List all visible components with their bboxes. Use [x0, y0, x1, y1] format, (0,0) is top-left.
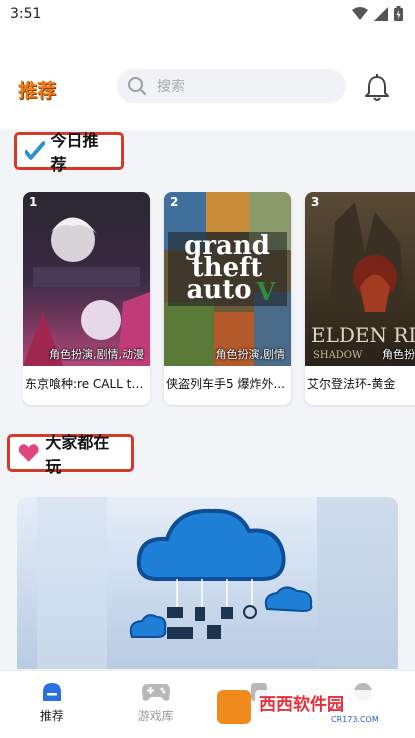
game-cover: 1 角色扮演,剧情,动漫 [23, 192, 150, 366]
svg-text:auto: auto [186, 275, 251, 305]
game-cover-art: ELDEN RI SHADOW [305, 192, 415, 366]
card-title: 侠盗列车手5 爆炸外... [166, 377, 285, 391]
header: 推荐 搜索 [0, 30, 415, 130]
signal-icon [374, 6, 388, 21]
popular-banner[interactable] [17, 497, 398, 669]
card-rank: 2 [170, 195, 179, 209]
game-cover-art: grand theft auto V [164, 192, 291, 366]
tab-recommend[interactable]: 推荐 [0, 671, 104, 738]
game-cover: ELDEN RI SHADOW 3 角色扮演 [305, 192, 415, 366]
status-bar: 3:51 [0, 0, 415, 30]
status-time: 3:51 [10, 6, 42, 22]
status-icons [352, 6, 403, 21]
watermark-sub: CR173.COM [331, 715, 379, 724]
wifi-icon [352, 6, 368, 20]
svg-text:V: V [256, 277, 276, 306]
watermark-text: 西西软件园 [259, 694, 344, 715]
card-tags: 角色扮演 [382, 348, 415, 361]
card-title: 艾尔登法环-黄金 [307, 377, 396, 391]
tab-label: 游戏库 [137, 709, 174, 723]
game-cover-art [23, 192, 150, 366]
card-rank: 3 [311, 195, 320, 209]
today-title-text: 今日推荐 [50, 131, 99, 174]
game-card[interactable]: grand theft auto V 2 角色扮演,剧情 侠盗列车手5 爆炸外.… [164, 192, 291, 405]
watermark-logo: 西西软件园 CR173.COM [213, 686, 391, 730]
search-input[interactable]: 搜索 [117, 69, 346, 103]
card-tags: 角色扮演,剧情,动漫 [49, 348, 144, 361]
tab-label: 推荐 [39, 709, 64, 723]
game-cover: grand theft auto V 2 角色扮演,剧情 [164, 192, 291, 366]
tab-game-library[interactable]: 游戏库 [104, 671, 208, 738]
card-title: 东京喰种:re CALL to ... [25, 377, 150, 391]
search-placeholder: 搜索 [157, 79, 185, 95]
card-rank: 1 [29, 195, 38, 209]
game-card[interactable]: 1 角色扮演,剧情,动漫 东京喰种:re CALL to ... [23, 192, 150, 405]
today-section-title: 今日推荐 [14, 131, 124, 174]
heart-icon [18, 444, 39, 462]
checkmark-icon [25, 141, 45, 160]
home-icon [42, 683, 61, 701]
watermark-emblem: 西西软件园 CR173.COM [217, 690, 389, 724]
battery-icon [394, 6, 403, 21]
cloud-illustration [37, 497, 398, 669]
bell-icon[interactable] [364, 74, 390, 102]
search-icon [128, 77, 146, 95]
page-title: 推荐 [18, 80, 57, 102]
card-tags: 角色扮演,剧情 [215, 348, 286, 361]
popular-section-title: 大家都在玩 [7, 433, 134, 476]
today-card-list: 1 角色扮演,剧情,动漫 东京喰种:re CALL to ... grand t… [23, 192, 415, 407]
svg-text:SHADOW: SHADOW [313, 350, 363, 361]
popular-title-text: 大家都在玩 [45, 433, 110, 476]
gamepad-icon [141, 684, 170, 701]
game-card[interactable]: ELDEN RI SHADOW 3 角色扮演 艾尔登法环-黄金 [305, 192, 415, 405]
svg-text:ELDEN RI: ELDEN RI [311, 323, 415, 347]
